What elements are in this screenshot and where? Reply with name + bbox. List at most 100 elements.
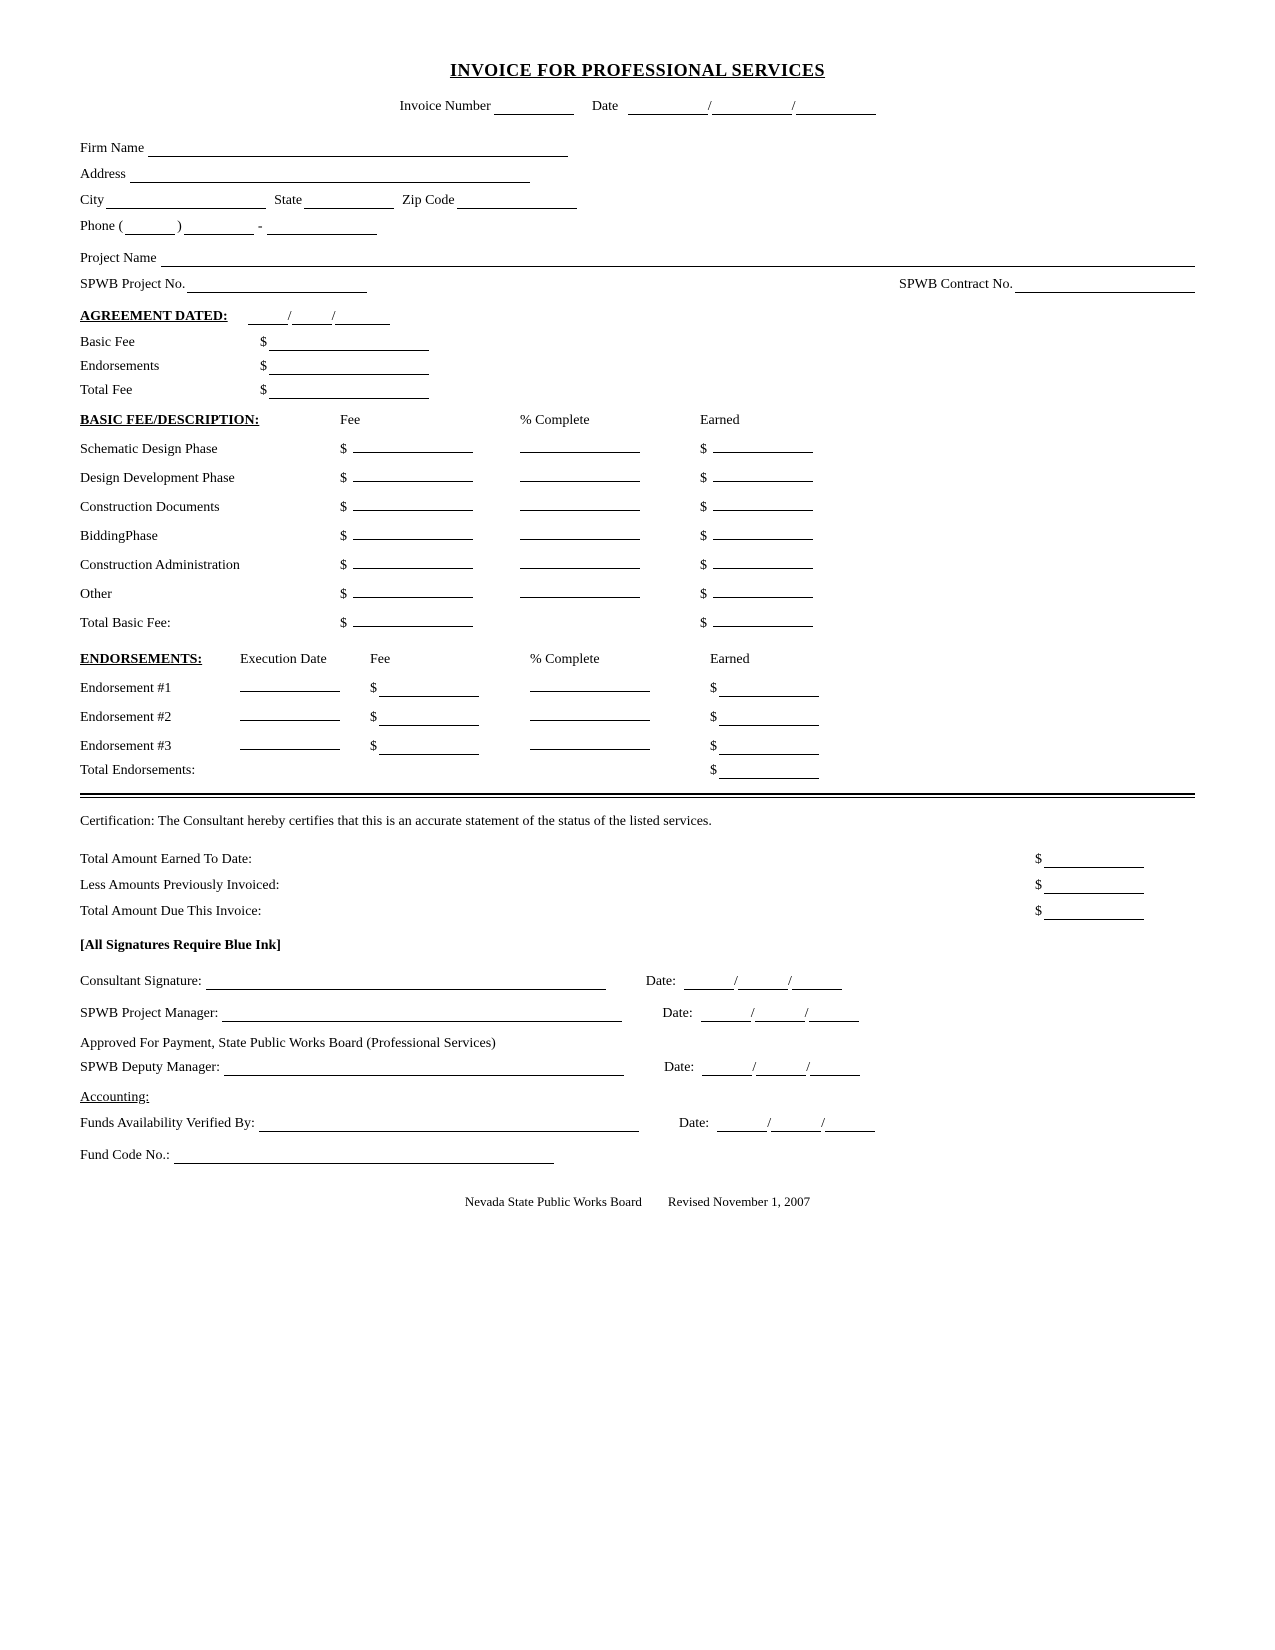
deputy-sig-row: SPWB Deputy Manager: Date: // bbox=[80, 1058, 1195, 1076]
exec-date-field[interactable] bbox=[240, 732, 340, 750]
total-earned-field[interactable] bbox=[1044, 850, 1144, 868]
pm-date-day[interactable] bbox=[755, 1004, 805, 1022]
cons-date-day[interactable] bbox=[738, 972, 788, 990]
pct-field[interactable] bbox=[520, 522, 640, 540]
state-field[interactable] bbox=[304, 191, 394, 209]
total-fee-label: Total Fee bbox=[80, 383, 260, 399]
endorsements-header: ENDORSEMENTS: Execution Date Fee % Compl… bbox=[80, 652, 1195, 668]
total-due-label: Total Amount Due This Invoice: bbox=[80, 904, 1035, 920]
dep-date-day[interactable] bbox=[756, 1058, 806, 1076]
pct-field[interactable] bbox=[520, 435, 640, 453]
pct-field[interactable] bbox=[520, 493, 640, 511]
spwb-pm-field[interactable] bbox=[222, 1004, 622, 1022]
dep-date-year[interactable] bbox=[810, 1058, 860, 1076]
exec-date-header: Execution Date bbox=[240, 652, 370, 668]
fee-field[interactable] bbox=[353, 464, 473, 482]
row-label: Endorsement #1 bbox=[80, 681, 240, 697]
approved-label: Approved For Payment, State Public Works… bbox=[80, 1036, 1195, 1052]
city-field[interactable] bbox=[106, 191, 266, 209]
fee-field[interactable] bbox=[353, 435, 473, 453]
table-row: Construction Administration $ $ bbox=[80, 551, 1195, 574]
dep-date-month[interactable] bbox=[702, 1058, 752, 1076]
fee-field[interactable] bbox=[353, 522, 473, 540]
pct-field[interactable] bbox=[520, 551, 640, 569]
cons-date-year[interactable] bbox=[792, 972, 842, 990]
total-end-earned-field[interactable] bbox=[719, 761, 819, 779]
end-pct-field[interactable] bbox=[530, 674, 650, 692]
end-earned-field[interactable] bbox=[719, 708, 819, 726]
end-pct-field[interactable] bbox=[530, 703, 650, 721]
city-label: City bbox=[80, 193, 104, 209]
consultant-sig-field[interactable] bbox=[206, 972, 606, 990]
end-pct-field[interactable] bbox=[530, 732, 650, 750]
end-fee-field[interactable] bbox=[379, 737, 479, 755]
date-year-field[interactable] bbox=[796, 99, 876, 115]
agreement-date-month[interactable] bbox=[248, 307, 288, 325]
firm-name-field[interactable] bbox=[148, 139, 568, 157]
funds-sig-field[interactable] bbox=[259, 1114, 639, 1132]
funds-date-month[interactable] bbox=[717, 1114, 767, 1132]
pct-field[interactable] bbox=[520, 464, 640, 482]
earned-field[interactable] bbox=[713, 464, 813, 482]
end-earned-field[interactable] bbox=[719, 737, 819, 755]
zip-field[interactable] bbox=[457, 191, 577, 209]
spwb-pm-row: SPWB Project Manager: Date: // bbox=[80, 1004, 1195, 1022]
fee-col-header: Fee bbox=[340, 413, 520, 429]
total-due-row: Total Amount Due This Invoice: $ bbox=[80, 902, 1195, 920]
end-fee-field[interactable] bbox=[379, 679, 479, 697]
city-state-zip-row: City State Zip Code bbox=[80, 191, 1195, 209]
earned-field[interactable] bbox=[713, 493, 813, 511]
table-row: Endorsement #3 $ $ bbox=[80, 732, 1195, 755]
phone-prefix-field[interactable] bbox=[184, 217, 254, 235]
end-earned-field[interactable] bbox=[719, 679, 819, 697]
endorsements-input[interactable] bbox=[269, 357, 429, 375]
pm-date-month[interactable] bbox=[701, 1004, 751, 1022]
date-day-field[interactable] bbox=[712, 99, 792, 115]
earned-field[interactable] bbox=[713, 551, 813, 569]
deputy-label: SPWB Deputy Manager: bbox=[80, 1060, 220, 1076]
fund-code-field[interactable] bbox=[174, 1146, 554, 1164]
earned-field[interactable] bbox=[713, 522, 813, 540]
address-field[interactable] bbox=[130, 165, 530, 183]
row-label: Other bbox=[80, 587, 340, 603]
table-row: Total Basic Fee: $ $ bbox=[80, 609, 1195, 632]
agreement-section: AGREEMENT DATED: // Basic Fee $ Endorsem… bbox=[80, 307, 1195, 399]
invoice-number-label: Invoice Number bbox=[399, 99, 490, 114]
earned-field[interactable] bbox=[713, 609, 813, 627]
phone-number-field[interactable] bbox=[267, 217, 377, 235]
funds-date-day[interactable] bbox=[771, 1114, 821, 1132]
exec-date-field[interactable] bbox=[240, 674, 340, 692]
fee-field[interactable] bbox=[353, 609, 473, 627]
exec-date-field[interactable] bbox=[240, 703, 340, 721]
complete-col-header: % Complete bbox=[520, 413, 700, 429]
fee-field[interactable] bbox=[353, 493, 473, 511]
endorsements-field: $ bbox=[260, 357, 429, 375]
invoice-number-field[interactable] bbox=[494, 99, 574, 115]
spwb-contract-no-field[interactable] bbox=[1015, 275, 1195, 293]
less-invoiced-field[interactable] bbox=[1044, 876, 1144, 894]
spwb-pm-label: SPWB Project Manager: bbox=[80, 1006, 218, 1022]
total-fee-input[interactable] bbox=[269, 381, 429, 399]
funds-date-year[interactable] bbox=[825, 1114, 875, 1132]
end-fee-field[interactable] bbox=[379, 708, 479, 726]
deputy-sig-field[interactable] bbox=[224, 1058, 624, 1076]
earned-field[interactable] bbox=[713, 580, 813, 598]
agreement-date-year[interactable] bbox=[335, 307, 390, 325]
pm-date-year[interactable] bbox=[809, 1004, 859, 1022]
phone-area-field[interactable] bbox=[125, 217, 175, 235]
total-due-field[interactable] bbox=[1044, 902, 1144, 920]
accounting-section: Accounting: Funds Availability Verified … bbox=[80, 1090, 1195, 1164]
fee-field[interactable] bbox=[353, 580, 473, 598]
totals-section: Total Amount Earned To Date: $ Less Amou… bbox=[80, 850, 1195, 920]
earned-field[interactable] bbox=[713, 435, 813, 453]
project-name-field[interactable] bbox=[161, 249, 1195, 267]
spwb-project-no-field[interactable] bbox=[187, 275, 367, 293]
pct-field[interactable] bbox=[520, 580, 640, 598]
date-month-field[interactable] bbox=[628, 99, 708, 115]
basic-fee-input[interactable] bbox=[269, 333, 429, 351]
cons-date-month[interactable] bbox=[684, 972, 734, 990]
accounting-label: Accounting: bbox=[80, 1090, 1195, 1106]
row-label: Endorsement #3 bbox=[80, 739, 240, 755]
agreement-date-day[interactable] bbox=[292, 307, 332, 325]
fee-field[interactable] bbox=[353, 551, 473, 569]
